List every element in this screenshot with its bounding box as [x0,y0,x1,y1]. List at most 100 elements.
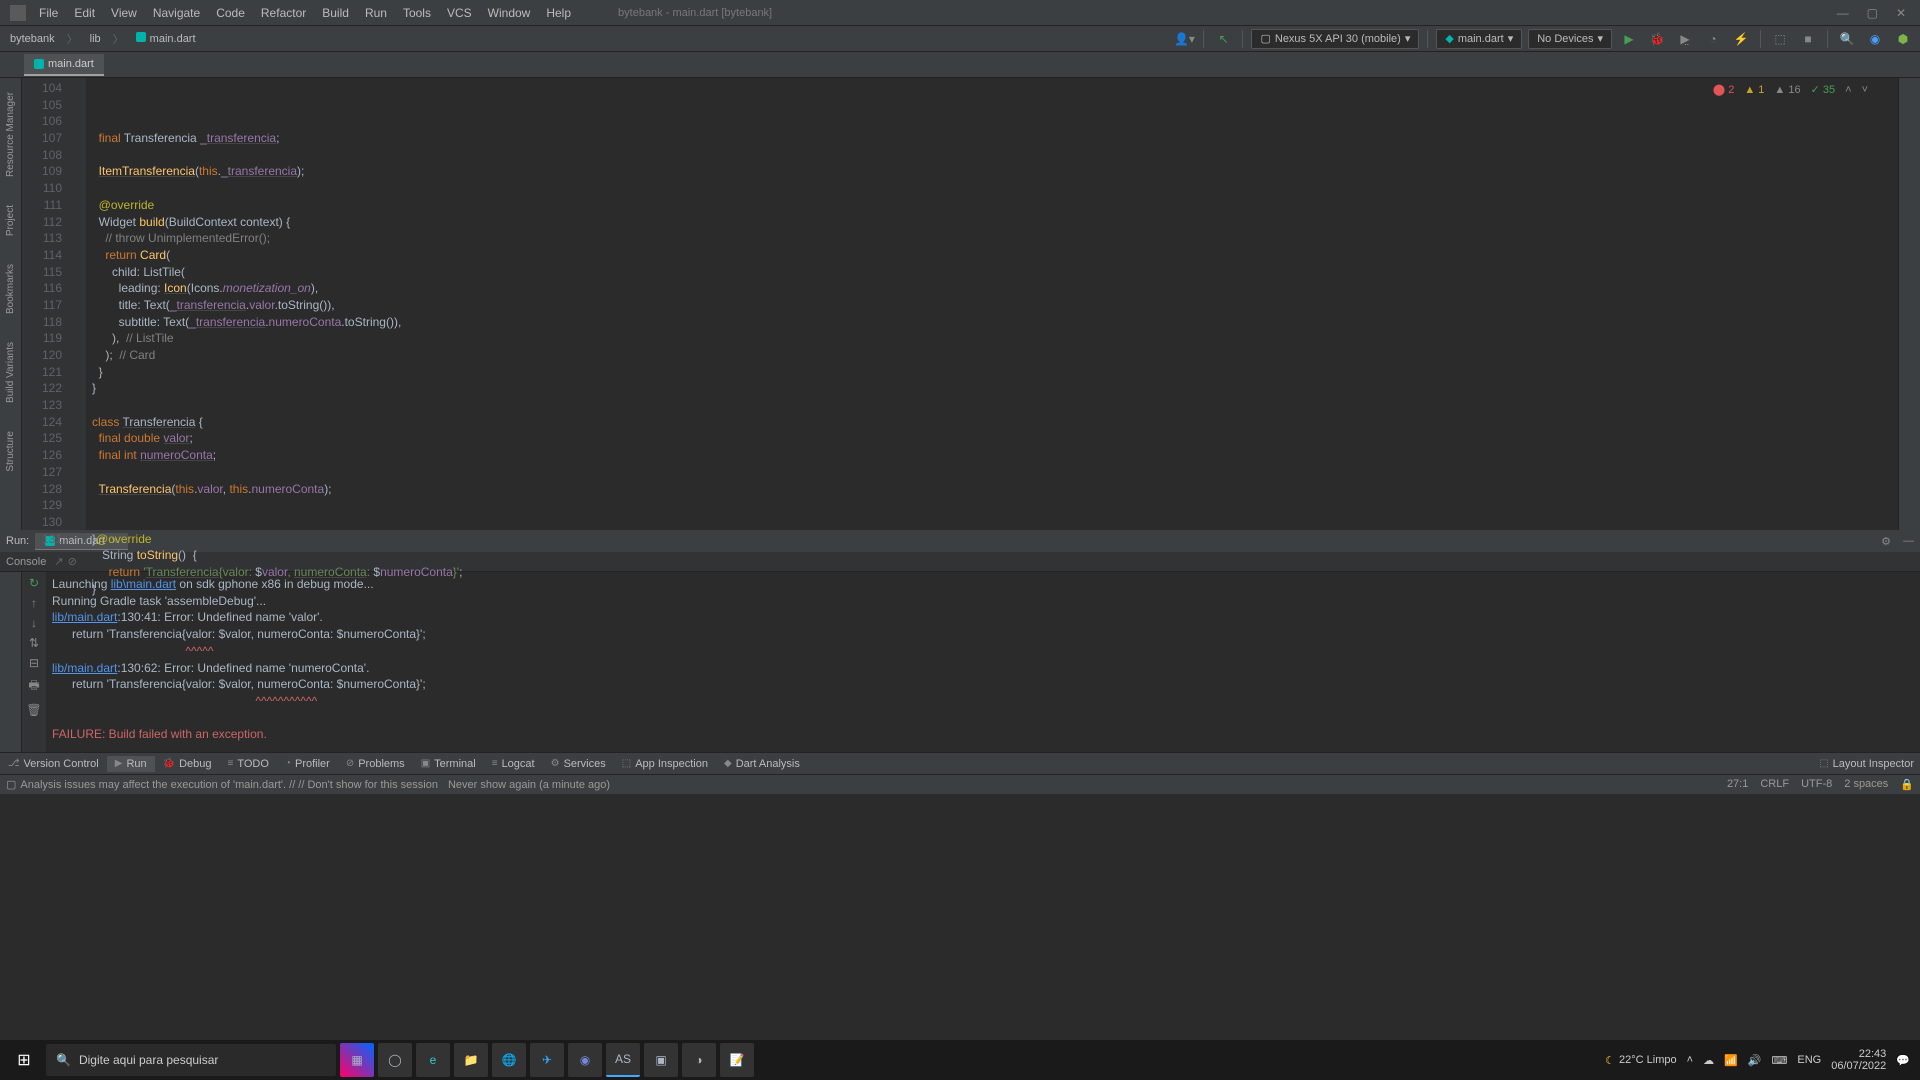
layout-inspector-tab[interactable]: ⬚Layout Inspector [1811,756,1920,772]
build-hammer-icon[interactable]: ↖ [1212,28,1234,50]
chevron-down-icon[interactable]: ˅ [1862,82,1868,99]
code-line[interactable]: final double valor; [92,430,1898,447]
menu-edit[interactable]: Edit [67,2,102,24]
up-icon[interactable]: ↑ [31,596,37,610]
code-line[interactable]: Transferencia(this.valor, this.numeroCon… [92,481,1898,498]
code-line[interactable]: child: ListTile( [92,264,1898,281]
stop-icon[interactable]: ■ [1797,28,1819,50]
code-line[interactable]: leading: Icon(Icons.monetization_on), [92,280,1898,297]
code-line[interactable]: ItemTransferencia(this._transferencia); [92,163,1898,180]
menu-help[interactable]: Help [539,2,578,24]
bottom-tab-run[interactable]: ▶Run [107,756,155,772]
menu-refactor[interactable]: Refactor [254,2,313,24]
search-icon[interactable]: 🔍 [1836,28,1858,50]
code-line[interactable]: return Card( [92,247,1898,264]
bottom-tab-services[interactable]: ⚙Services [543,756,614,772]
code-line[interactable]: class Transferencia { [92,414,1898,431]
tool-bookmarks[interactable]: Bookmarks [3,260,18,318]
no-devices-selector[interactable]: No Devices▾ [1528,29,1612,49]
notes-icon[interactable]: 📝 [720,1043,754,1077]
code-line[interactable]: return 'Transferencia{valor: $valor, num… [92,564,1898,581]
wrap-icon[interactable]: ⇅ [29,636,39,650]
code-line[interactable]: } [92,581,1898,598]
bottom-tab-problems[interactable]: ⊘Problems [338,756,413,772]
menu-file[interactable]: File [32,2,65,24]
code-line[interactable]: @override [92,197,1898,214]
code-line[interactable]: } [92,380,1898,397]
status-never-link[interactable]: Never show again (a minute ago) [448,779,610,791]
hint-count[interactable]: ▲ 16 [1774,82,1800,99]
code-line[interactable]: String toString() { [92,547,1898,564]
status-item[interactable]: CRLF [1760,778,1789,791]
breadcrumb-item[interactable]: lib [86,31,105,47]
breadcrumb[interactable]: bytebank〉lib〉main.dart [6,29,200,49]
maximize-button[interactable]: ▢ [1867,6,1878,20]
chevron-up-icon[interactable]: ˄ [1687,1054,1693,1066]
filter-icon[interactable]: ↗ [54,555,63,568]
typo-count[interactable]: ✓ 35 [1811,82,1836,99]
rerun-icon[interactable]: ↻ [29,576,39,590]
tool-build-variants[interactable]: Build Variants [3,338,18,407]
code-line[interactable]: ); // Card [92,347,1898,364]
terminal-icon[interactable]: ▣ [644,1043,678,1077]
code-line[interactable]: title: Text(_transferencia.valor.toStrin… [92,297,1898,314]
clear-icon[interactable]: 🗑 [26,703,41,717]
chrome-icon[interactable]: 🌐 [492,1043,526,1077]
code-line[interactable]: final int numeroConta; [92,447,1898,464]
scroll-icon[interactable]: ⊘ [68,555,77,568]
code-line[interactable] [92,497,1898,514]
keyboard-icon[interactable]: ⌨ [1772,1054,1788,1067]
code-line[interactable]: } [92,364,1898,381]
menu-build[interactable]: Build [315,2,356,24]
menu-tools[interactable]: Tools [396,2,438,24]
bottom-tab-version-control[interactable]: ⎇Version Control [0,756,107,772]
language-indicator[interactable]: ENG [1797,1054,1821,1066]
warning-count[interactable]: ▲ 1 [1744,82,1764,99]
volume-icon[interactable]: 🔊 [1748,1054,1762,1067]
bottom-tab-app-inspection[interactable]: ⬚App Inspection [614,756,716,772]
bottom-tab-debug[interactable]: 🐞Debug [155,756,220,772]
breadcrumb-item[interactable]: main.dart [132,30,200,47]
inspection-summary[interactable]: ⬤ 2 ▲ 1 ▲ 16 ✓ 35 ˄ ˅ [1713,82,1868,99]
close-button[interactable]: ✕ [1896,6,1906,20]
tool-project[interactable]: Project [3,201,18,240]
notifications-icon[interactable]: 💬 [1896,1054,1910,1067]
clock[interactable]: 22:43 06/07/2022 [1831,1048,1886,1072]
code-line[interactable]: ), // ListTile [92,330,1898,347]
down-icon[interactable]: ↓ [31,616,37,630]
print-icon[interactable]: 🖶 [28,676,39,697]
task-view-icon[interactable]: ▦ [340,1043,374,1077]
explorer-icon[interactable]: 📁 [454,1043,488,1077]
code-editor[interactable]: ⬤ 2 ▲ 1 ▲ 16 ✓ 35 ˄ ˅ final Transferenci… [86,78,1898,530]
menu-vcs[interactable]: VCS [440,2,479,24]
discord-icon[interactable]: ◉ [568,1043,602,1077]
breadcrumb-item[interactable]: bytebank [6,31,59,47]
coverage-icon[interactable]: ▶̤ [1674,28,1696,50]
bottom-tab-profiler[interactable]: ◔Profiler [277,756,338,772]
soft-wrap-icon[interactable]: ⊟ [29,656,39,670]
edge-icon[interactable]: e [416,1043,450,1077]
search-input[interactable]: 🔍 Digite aqui para pesquisar [46,1044,336,1076]
bottom-tab-logcat[interactable]: ≡Logcat [484,756,543,772]
status-item[interactable]: UTF-8 [1801,778,1832,791]
onedrive-icon[interactable]: ☁ [1703,1054,1714,1067]
code-line[interactable]: // throw UnimplementedError(); [92,230,1898,247]
bottom-tab-todo[interactable]: ≡TODO [220,756,277,772]
tool-resource-manager[interactable]: Resource Manager [3,88,18,181]
status-item[interactable]: 27:1 [1727,778,1748,791]
code-line[interactable] [92,147,1898,164]
code-line[interactable]: subtitle: Text(_transferencia.numeroCont… [92,314,1898,331]
error-count[interactable]: ⬤ 2 [1713,82,1735,99]
profile-icon[interactable]: ◔ [1702,28,1724,50]
bottom-tab-terminal[interactable]: ▣Terminal [413,756,484,772]
code-line[interactable] [92,514,1898,531]
tool-structure[interactable]: Structure [3,427,18,476]
minimize-panel-icon[interactable]: — [1897,535,1920,547]
code-line[interactable]: final Transferencia _transferencia; [92,130,1898,147]
code-line[interactable]: Widget build(BuildContext context) { [92,214,1898,231]
chevron-up-icon[interactable]: ˄ [1845,82,1851,99]
start-button[interactable]: ⊞ [4,1040,44,1080]
menu-run[interactable]: Run [358,2,394,24]
run-icon[interactable]: ▶ [1618,28,1640,50]
menu-window[interactable]: Window [481,2,538,24]
